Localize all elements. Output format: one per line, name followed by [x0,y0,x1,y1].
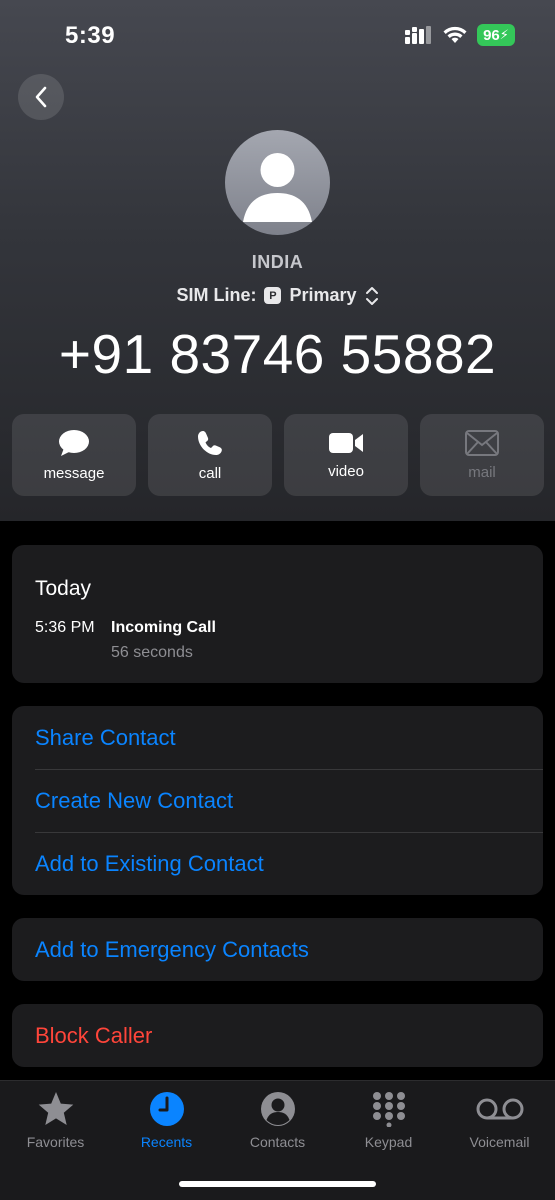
caller-location: INDIA [251,252,304,272]
sim-badge: P [264,287,282,304]
share-contact-button[interactable]: Share Contact [35,706,543,769]
contact-header: 5:39 96 ⚡ INDIA SIM Line: P Primary +91 … [0,0,555,521]
mail-label: mail [468,463,496,481]
video-camera-icon [329,432,363,453]
add-to-existing-contact-button[interactable]: Add to Existing Contact [35,832,543,895]
chevron-left-icon [35,86,47,108]
call-type: Incoming Call [111,619,216,636]
tab-keypad[interactable]: Keypad [333,1089,444,1150]
block-caller-button[interactable]: Block Caller [35,1004,543,1067]
call-duration: 56 seconds [111,644,193,661]
contact-options-card: Share Contact Create New Contact Add to … [12,706,543,895]
mail-button[interactable]: mail [420,414,544,496]
add-to-emergency-contacts-button[interactable]: Add to Emergency Contacts [35,918,543,981]
tab-favorites[interactable]: Favorites [0,1089,111,1150]
video-button[interactable]: video [284,414,408,496]
battery-level: 96 [483,26,500,44]
envelope-icon [465,429,499,456]
video-label: video [328,462,364,480]
battery-charging-icon: 96 ⚡ [477,24,515,46]
call-button[interactable]: call [148,414,272,496]
tab-label: Keypad [364,1134,413,1150]
create-new-contact-button[interactable]: Create New Contact [35,769,543,832]
phone-icon [198,430,222,455]
back-button[interactable] [18,74,64,120]
clock-icon [149,1092,184,1126]
block-card: Block Caller [12,1004,543,1067]
tab-label: Voicemail [469,1134,530,1150]
chevron-up-down-icon [365,286,378,305]
message-button[interactable]: message [12,414,136,496]
person-circle-icon [260,1092,295,1126]
avatar [225,130,330,235]
message-label: message [43,464,105,482]
status-time: 5:39 [65,22,116,49]
call-label: call [198,464,222,482]
phone-number: +91 83746 55882 [58,323,497,385]
tab-label: Recents [140,1134,193,1150]
message-bubble-icon [59,429,89,456]
wifi-icon [443,26,467,43]
home-indicator[interactable] [179,1181,376,1187]
star-icon [38,1092,73,1125]
status-icons: 96 ⚡ [405,24,515,46]
keypad-icon [372,1092,405,1127]
cellular-icon [405,26,431,44]
tab-label: Favorites [26,1134,85,1150]
tab-recents[interactable]: Recents [111,1089,222,1150]
person-silhouette-icon [243,153,312,222]
sim-line-label: SIM Line: [176,285,257,305]
call-history-card: Today 5:36 PM Incoming Call 56 seconds [12,545,543,683]
quick-actions: message call video mail [12,414,544,496]
tab-contacts[interactable]: Contacts [222,1089,333,1150]
tab-voicemail[interactable]: Voicemail [444,1089,555,1150]
sim-line-selector[interactable]: SIM Line: P Primary [0,285,555,306]
call-time: 5:36 PM [35,619,95,636]
tab-label: Contacts [249,1134,306,1150]
voicemail-icon [476,1098,523,1120]
sim-line-value: Primary [289,285,357,305]
history-day: Today [35,577,92,600]
emergency-card: Add to Emergency Contacts [12,918,543,981]
